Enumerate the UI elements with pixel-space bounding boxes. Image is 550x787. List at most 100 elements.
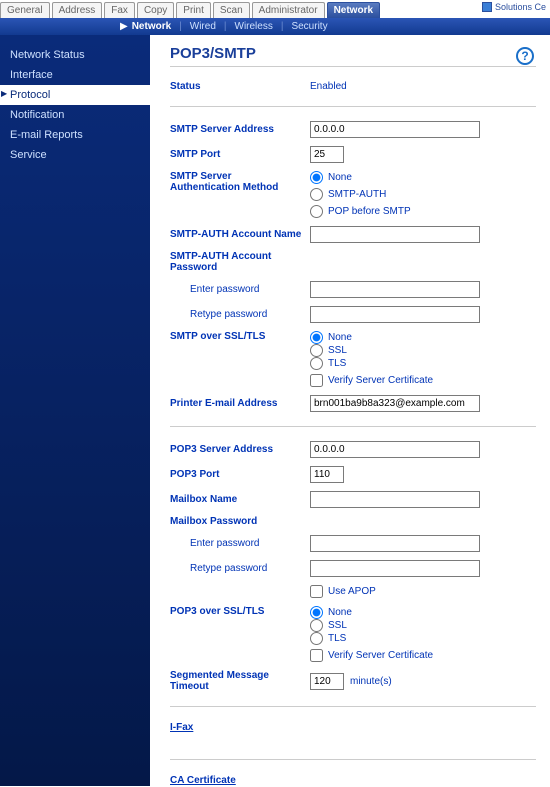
pop3-verify-cert-checkbox[interactable] [310,649,323,662]
apop-label: Use APOP [328,586,376,597]
smtp-port-input[interactable] [310,146,344,163]
pop3-ssl-option-ssl[interactable]: SSL [310,619,433,632]
smtp-ssl-option-label: TLS [328,358,346,369]
tab-print[interactable]: Print [176,2,211,18]
printer-email-input[interactable] [310,395,480,412]
link-ifax[interactable]: I-Fax [170,722,193,733]
timeout-label: Segmented Message Timeout [170,670,310,692]
smtp-password-label: SMTP-AUTH Account Password [170,251,310,273]
smtp-ssl-option-ssl[interactable]: SSL [310,344,433,357]
mailbox-name-input[interactable] [310,491,480,508]
subnav-item-wireless[interactable]: Wireless [235,21,273,32]
pop3-ssl-radio[interactable] [310,632,323,645]
smtp-server-input[interactable] [310,121,480,138]
link-ca-cert[interactable]: CA Certificate [170,775,236,786]
pop3-ssl-radio[interactable] [310,619,323,632]
pop3-verify-cert-row[interactable]: Verify Server Certificate [310,649,433,662]
subnav-item-wired[interactable]: Wired [190,21,216,32]
smtp-account-label: SMTP-AUTH Account Name [170,229,310,240]
pop3-retype-pw-input[interactable] [310,560,480,577]
smtp-ssl-radio[interactable] [310,331,323,344]
smtp-verify-cert-label: Verify Server Certificate [328,375,433,386]
smtp-server-label: SMTP Server Address [170,124,310,135]
solutions-icon [482,2,492,12]
pop3-ssl-group: NoneSSL TLS Verify Server Certificate [310,606,433,662]
tab-administrator[interactable]: Administrator [252,2,325,18]
pop3-enter-pw-input[interactable] [310,535,480,552]
pop3-ssl-option-label: SSL [328,620,347,631]
pop3-ssl-label: POP3 over SSL/TLS [170,606,310,617]
page-title: POP3/SMTP [170,45,536,67]
timeout-unit: minute(s) [350,676,392,687]
smtp-auth-radio[interactable] [310,171,323,184]
tab-address[interactable]: Address [52,2,103,18]
smtp-auth-group: None SMTP-AUTH POP before SMTP [310,171,411,218]
smtp-ssl-label: SMTP over SSL/TLS [170,331,310,342]
pop3-port-input[interactable] [310,466,344,483]
smtp-ssl-radio[interactable] [310,344,323,357]
timeout-input[interactable] [310,673,344,690]
pop3-port-label: POP3 Port [170,469,310,480]
pop3-ssl-option-tls[interactable]: TLS [310,632,433,645]
divider [170,706,536,707]
sidebar-item-notification[interactable]: Notification [0,105,150,125]
smtp-ssl-option-none[interactable]: None [310,331,433,344]
sidebar-item-service[interactable]: Service [0,145,150,165]
pop3-ssl-radio[interactable] [310,606,323,619]
sidebar-item-interface[interactable]: Interface [0,65,150,85]
smtp-auth-option-label: POP before SMTP [328,206,411,217]
apop-checkbox[interactable] [310,585,323,598]
pop3-retype-pw-label: Retype password [170,563,310,574]
mailbox-password-label: Mailbox Password [170,516,310,527]
help-icon[interactable]: ? [516,47,534,65]
smtp-auth-option-none[interactable]: None [310,171,411,184]
smtp-retype-pw-input[interactable] [310,306,480,323]
pop3-verify-cert-label: Verify Server Certificate [328,650,433,661]
smtp-enter-pw-label: Enter password [170,284,310,295]
pop3-server-input[interactable] [310,441,480,458]
smtp-auth-option-smtp-auth[interactable]: SMTP-AUTH [310,188,411,201]
pop3-ssl-option-label: TLS [328,633,346,644]
apop-row[interactable]: Use APOP [310,585,376,598]
subnav-item-network[interactable]: Network [132,21,171,32]
arrow-icon: ▶ [120,21,128,32]
tab-copy[interactable]: Copy [137,2,174,18]
status-label: Status [170,81,310,92]
sidebar: Network StatusInterfaceProtocolNotificat… [0,35,150,786]
pop3-ssl-option-none[interactable]: None [310,606,433,619]
smtp-ssl-option-label: SSL [328,345,347,356]
sidebar-item-protocol[interactable]: Protocol [0,85,150,105]
smtp-enter-pw-input[interactable] [310,281,480,298]
smtp-auth-option-label: None [328,172,352,183]
pop3-server-label: POP3 Server Address [170,444,310,455]
pop3-enter-pw-label: Enter password [170,538,310,549]
tab-general[interactable]: General [0,2,50,18]
smtp-ssl-group: NoneSSL TLS Verify Server Certificate [310,331,433,387]
smtp-ssl-option-tls[interactable]: TLS [310,357,433,370]
tab-network[interactable]: Network [327,2,380,18]
printer-email-label: Printer E-mail Address [170,398,310,409]
status-value: Enabled [310,81,347,92]
smtp-auth-option-label: SMTP-AUTH [328,189,386,200]
main-content: POP3/SMTP ? Status Enabled SMTP Server A… [150,35,550,786]
smtp-auth-option-pop-before-smtp[interactable]: POP before SMTP [310,205,411,218]
smtp-verify-cert-checkbox[interactable] [310,374,323,387]
divider [170,759,536,760]
sidebar-item-network-status[interactable]: Network Status [0,45,150,65]
top-tabs: GeneralAddressFaxCopyPrintScanAdministra… [0,0,550,18]
divider [170,106,536,107]
subnav: ▶Network|Wired|Wireless|Security [0,18,550,35]
tab-scan[interactable]: Scan [213,2,250,18]
subnav-item-security[interactable]: Security [291,21,327,32]
smtp-ssl-radio[interactable] [310,357,323,370]
smtp-account-input[interactable] [310,226,480,243]
smtp-port-label: SMTP Port [170,149,310,160]
smtp-auth-radio[interactable] [310,188,323,201]
tab-fax[interactable]: Fax [104,2,135,18]
sidebar-item-e-mail-reports[interactable]: E-mail Reports [0,125,150,145]
smtp-auth-radio[interactable] [310,205,323,218]
divider [170,426,536,427]
solutions-link[interactable]: Solutions Ce [482,2,546,12]
container: Network StatusInterfaceProtocolNotificat… [0,35,550,786]
smtp-verify-cert-row[interactable]: Verify Server Certificate [310,374,433,387]
